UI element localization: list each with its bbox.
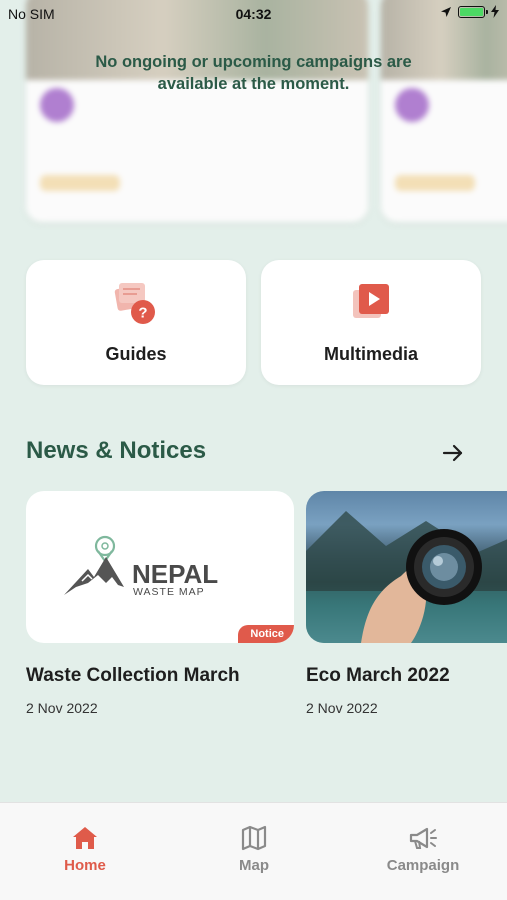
location-arrow-icon: [441, 6, 451, 17]
status-indicators: [440, 5, 499, 18]
nav-map[interactable]: Map: [194, 825, 314, 874]
campaign-carousel: No ongoing or upcoming campaigns are ava…: [0, 0, 507, 230]
guides-label: Guides: [105, 344, 167, 364]
news-card[interactable]: NEPAL WASTE MAP Notice Waste Collection …: [26, 491, 294, 716]
nepal-waste-map-logo: NEPAL WASTE MAP: [64, 535, 218, 598]
clock: 04:32: [235, 6, 272, 22]
megaphone-icon: [409, 827, 437, 849]
camera-lens-photo: [306, 511, 507, 643]
charging-bolt-icon: [491, 5, 499, 18]
nav-campaign-label: Campaign: [386, 857, 460, 874]
news-title: Waste Collection March: [26, 665, 240, 686]
campaign-empty-message: No ongoing or upcoming campaigns are ava…: [95, 53, 412, 93]
bottom-nav: Home Map Campaign: [0, 802, 507, 900]
notice-badge: Notice: [238, 625, 294, 643]
guide-question-icon: ?: [114, 283, 155, 324]
news-card[interactable]: Eco March 2022 2 Nov 2022: [306, 491, 507, 716]
multimedia-label: Multimedia: [323, 344, 418, 364]
nav-map-label: Map: [239, 857, 269, 874]
news-title: Eco March 2022: [306, 665, 450, 686]
map-icon: [241, 825, 267, 851]
campaign-placeholder-card: [26, 0, 368, 222]
news-thumbnail: [306, 491, 507, 643]
svg-text:?: ?: [138, 305, 147, 322]
nav-home[interactable]: Home: [25, 825, 145, 874]
svg-text:NEPAL: NEPAL: [132, 559, 218, 589]
nav-campaign[interactable]: Campaign: [363, 825, 483, 874]
news-section-title: News & Notices: [26, 437, 207, 464]
battery-icon: [458, 5, 488, 18]
news-date: 2 Nov 2022: [26, 700, 98, 716]
arrow-right-icon[interactable]: [440, 440, 466, 466]
guides-tile[interactable]: ? Guides: [26, 260, 246, 385]
news-date: 2 Nov 2022: [306, 700, 378, 716]
video-play-icon: [353, 284, 389, 318]
home-icon: [73, 827, 97, 849]
nav-home-label: Home: [64, 857, 106, 874]
multimedia-tile[interactable]: Multimedia: [261, 260, 481, 385]
battery-level: [460, 7, 483, 16]
campaign-placeholder-card: [381, 0, 507, 222]
news-thumbnail: NEPAL WASTE MAP Notice: [26, 491, 294, 643]
svg-text:WASTE MAP: WASTE MAP: [133, 586, 205, 598]
status-bar: No SIM 04:32: [0, 0, 507, 28]
